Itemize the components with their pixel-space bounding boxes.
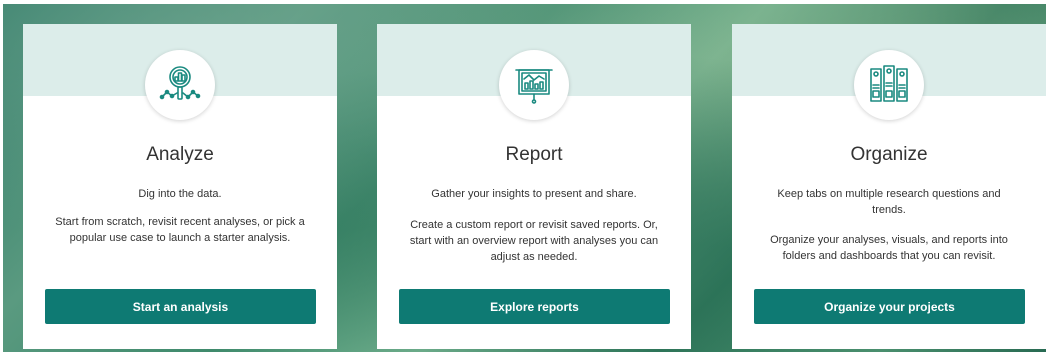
card-subtitle: Dig into the data. xyxy=(138,188,222,200)
card-subtitle: Gather your insights to present and shar… xyxy=(431,188,637,200)
presentation-board-icon xyxy=(515,69,553,104)
card-title: Organize xyxy=(850,144,928,165)
card-subtitle: Keep tabs on multiple research questions… xyxy=(777,188,1001,216)
analyze-card: Analyze Dig into the data. Start from sc… xyxy=(23,24,337,349)
explore-reports-button[interactable]: Explore reports xyxy=(399,289,670,324)
organize-icon-circle xyxy=(854,50,924,120)
card-description: Create a custom report or revisit saved … xyxy=(409,219,659,263)
start-analysis-button[interactable]: Start an analysis xyxy=(45,289,316,324)
card-description: Organize your analyses, visuals, and rep… xyxy=(770,234,1008,262)
report-icon-circle xyxy=(499,50,569,120)
organize-projects-button[interactable]: Organize your projects xyxy=(754,289,1025,324)
card-title: Analyze xyxy=(146,144,214,165)
organize-card: Organize Keep tabs on multiple research … xyxy=(732,24,1046,349)
magnifier-chart-icon xyxy=(159,66,201,100)
background-frame: Analyze Dig into the data. Start from sc… xyxy=(3,4,1046,352)
binders-icon xyxy=(870,65,908,102)
card-description: Start from scratch, revisit recent analy… xyxy=(55,216,305,244)
analyze-icon-circle xyxy=(145,50,215,120)
report-card: Report Gather your insights to present a… xyxy=(377,24,691,349)
card-title: Report xyxy=(505,144,563,165)
